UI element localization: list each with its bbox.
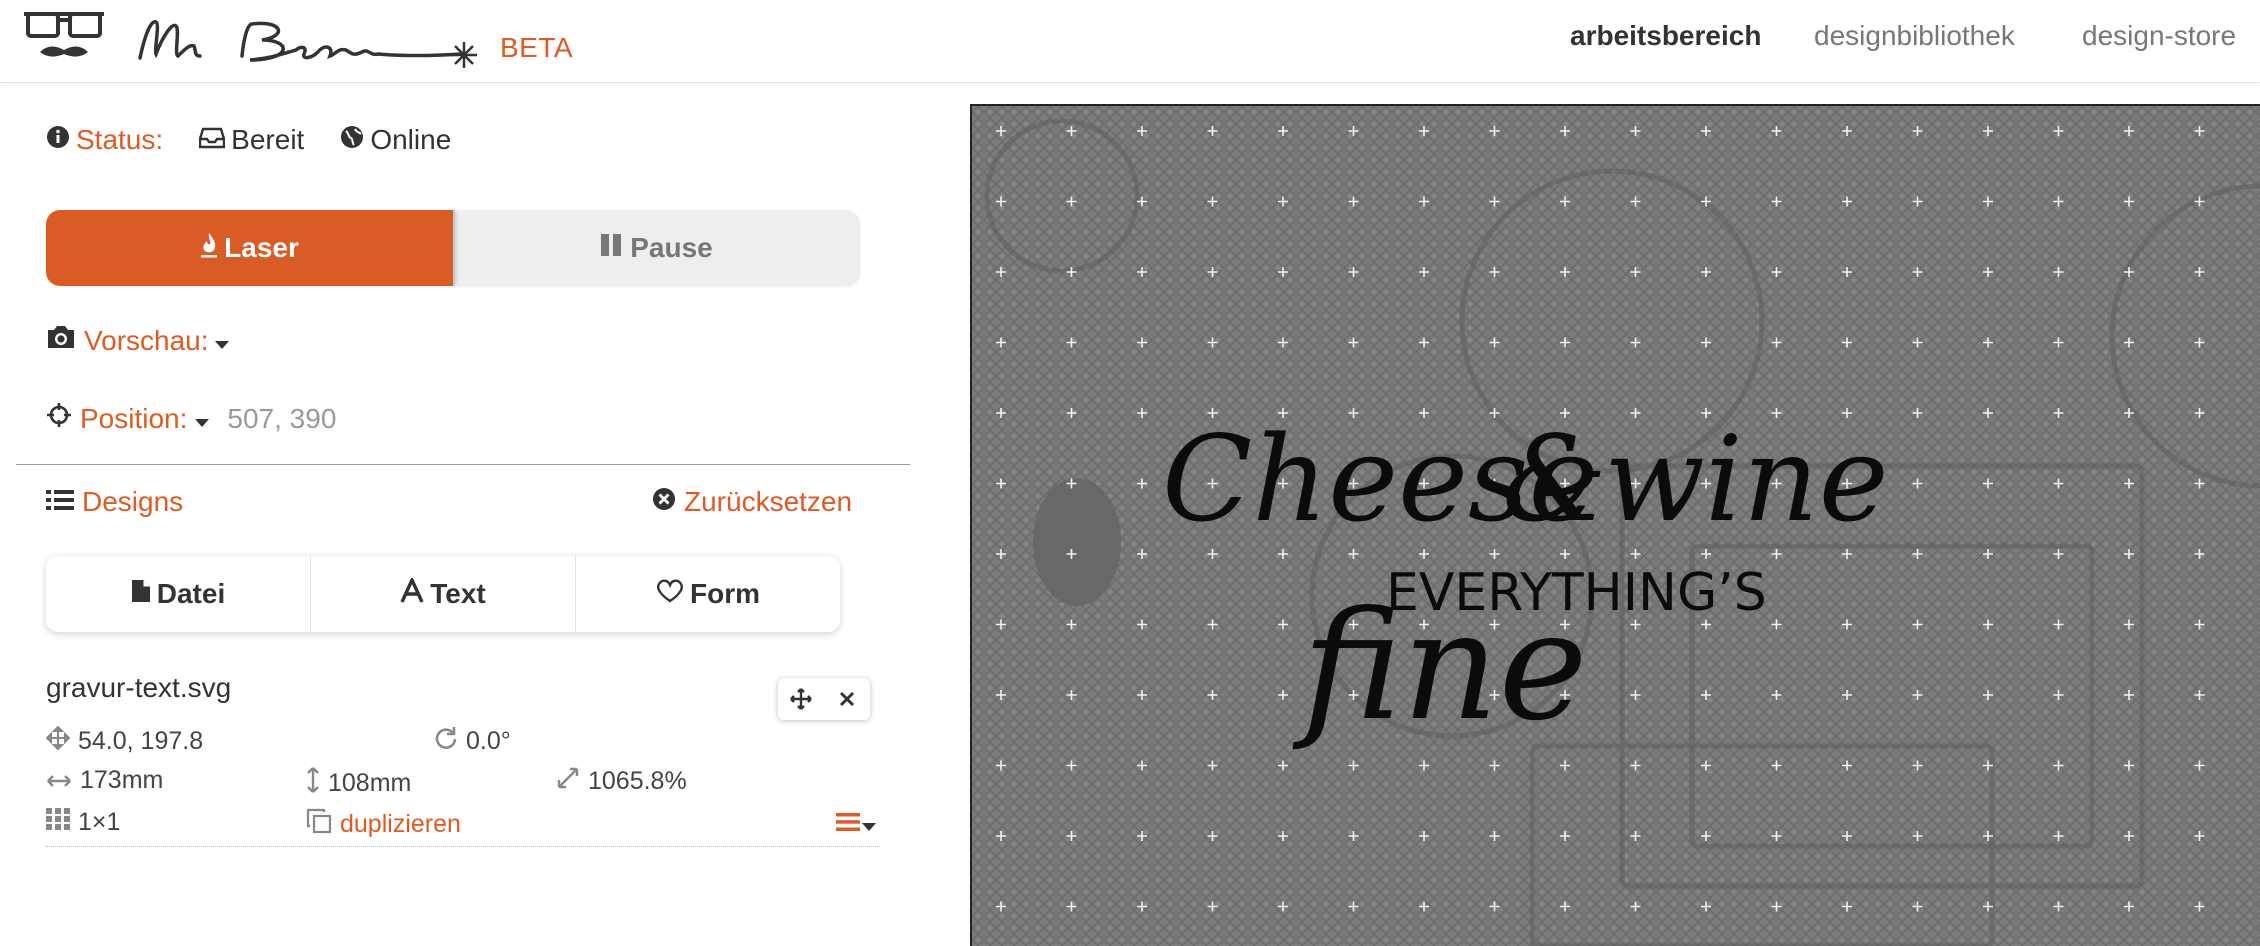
design-item-separator: [46, 846, 880, 847]
close-circle-icon: [652, 486, 676, 518]
add-design-tabs: Datei Text Form: [46, 556, 840, 632]
tab-form-label: Form: [690, 578, 760, 609]
laser-button-label: Laser: [224, 232, 299, 263]
pause-button-label: Pause: [630, 232, 713, 263]
design-scale-value[interactable]: 1065.8%: [588, 767, 687, 796]
grid-icon: [46, 808, 70, 837]
canvas-text-fine[interactable]: fine: [1292, 580, 1587, 754]
preview-toggle[interactable]: Vorschau:: [46, 324, 229, 357]
status-label: Status:: [76, 124, 164, 155]
canvas-text-wine[interactable]: wine: [1604, 410, 1889, 548]
caret-down-icon: [862, 810, 876, 839]
position-label[interactable]: Position:: [80, 403, 187, 435]
nav-designbibliothek[interactable]: designbibliothek: [1814, 20, 2015, 52]
design-scale: 1065.8%: [556, 766, 687, 797]
design-height: 108mm: [306, 766, 411, 801]
design-menu-button[interactable]: [836, 810, 884, 839]
design-filename[interactable]: gravur-text.svg: [46, 672, 231, 704]
tab-text[interactable]: Text: [311, 556, 576, 632]
rotate-icon: [434, 726, 458, 757]
design-tools: [778, 678, 870, 720]
preview-label: Vorschau:: [84, 324, 209, 356]
designs-header: Designs: [46, 486, 183, 518]
top-navbar: BETA arbeitsbereich designbibliothek des…: [0, 0, 2260, 83]
workspace-canvas[interactable]: Cheese & wine EVERYTHING’S fine: [970, 104, 2260, 946]
design-grid: 1×1: [46, 808, 120, 837]
flame-icon: [200, 232, 218, 265]
expand-diagonal-icon: [556, 766, 580, 797]
font-icon: [400, 575, 424, 611]
design-height-value[interactable]: 108mm: [328, 769, 411, 798]
list-icon: [46, 486, 74, 518]
camera-icon: [46, 324, 76, 357]
move-icon: [45, 725, 71, 757]
info-circle-icon: [46, 124, 70, 156]
status-row: Status: Bereit Online: [46, 124, 451, 156]
copy-icon: [306, 808, 332, 841]
heart-icon: [656, 578, 684, 610]
mr-beam-script-logo: [132, 10, 492, 79]
move-arrows-icon[interactable]: [778, 678, 824, 720]
tab-datei-label: Datei: [156, 578, 226, 609]
design-grid-value[interactable]: 1×1: [78, 808, 120, 837]
vertical-arrows-icon: [306, 766, 320, 801]
inbox-tray-icon: [198, 124, 226, 156]
position-row: Position: 507, 390: [46, 402, 336, 435]
globe-icon: [340, 124, 364, 156]
camera-preview-image: Cheese & wine EVERYTHING’S fine: [972, 106, 2260, 946]
tab-form[interactable]: Form: [576, 556, 840, 632]
caret-down-icon[interactable]: [195, 403, 210, 435]
design-width: 173mm: [46, 766, 163, 795]
reset-button[interactable]: Zurücksetzen: [652, 486, 852, 518]
tab-text-label: Text: [430, 578, 486, 609]
pause-icon: [600, 232, 622, 264]
nav-design-store[interactable]: design-store: [2082, 20, 2236, 52]
position-value: 507, 390: [227, 402, 337, 434]
design-width-value[interactable]: 173mm: [80, 766, 163, 795]
laser-button[interactable]: Laser: [46, 210, 453, 286]
crosshair-icon: [46, 402, 72, 435]
design-rotation-value[interactable]: 0.0°: [466, 727, 511, 756]
beta-label: BETA: [500, 32, 574, 63]
reset-label: Zurücksetzen: [684, 486, 853, 517]
designs-label: Designs: [82, 486, 184, 517]
remove-design-icon[interactable]: [824, 678, 870, 720]
connection-status: Online: [370, 124, 452, 155]
status-state: Bereit: [231, 124, 305, 155]
caret-down-icon: [214, 325, 229, 357]
tab-datei[interactable]: Datei: [46, 556, 311, 632]
horizontal-arrows-icon: [46, 766, 72, 795]
duplicate-link[interactable]: duplizieren: [306, 808, 461, 841]
laser-pause-control: Laser Pause: [46, 210, 860, 286]
file-icon: [131, 578, 151, 610]
canvas-text-ampersand[interactable]: &: [1502, 410, 1607, 548]
duplicate-label: duplizieren: [340, 810, 461, 838]
hamburger-menu-icon: [836, 810, 860, 839]
design-position-value[interactable]: 54.0, 197.8: [78, 727, 203, 756]
nav-arbeitsbereich[interactable]: arbeitsbereich: [1570, 20, 1761, 52]
design-position: 54.0, 197.8: [45, 725, 203, 757]
design-rotation: 0.0°: [434, 726, 511, 757]
mustache-glasses-logo-icon[interactable]: [22, 8, 106, 69]
section-divider: [16, 464, 910, 465]
pause-button[interactable]: Pause: [453, 210, 860, 286]
